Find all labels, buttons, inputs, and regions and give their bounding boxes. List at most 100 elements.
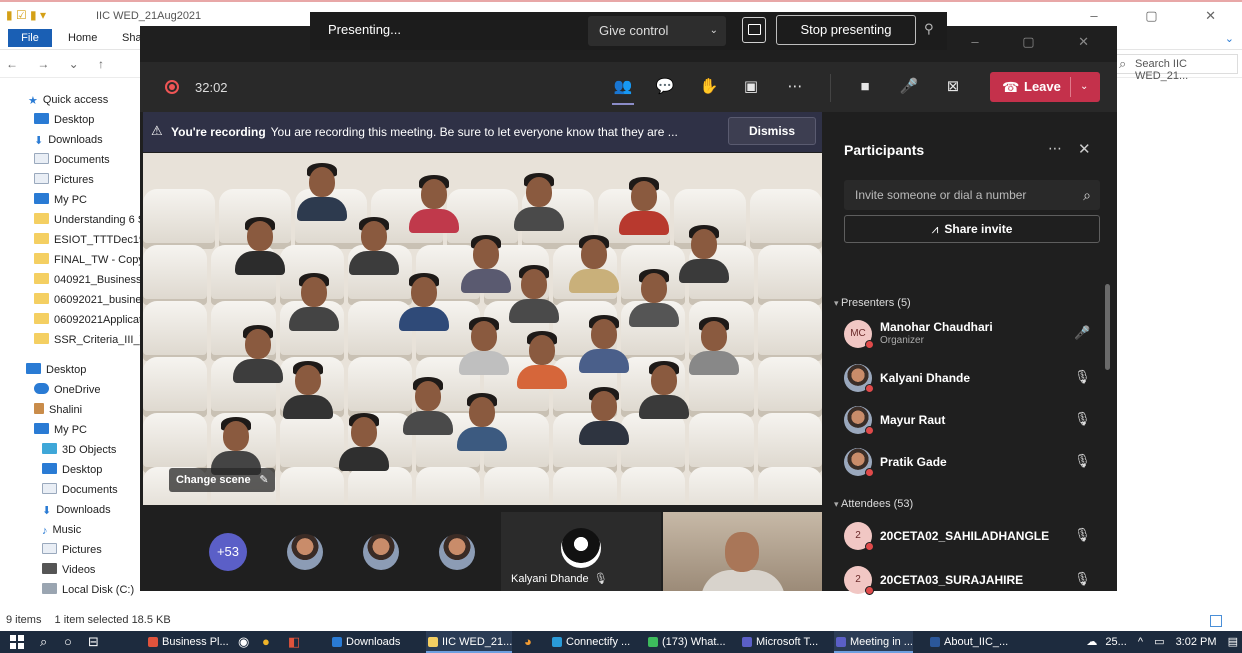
taskbar-app-word[interactable]: About_IIC_... xyxy=(928,631,1008,653)
more-options-icon[interactable]: ⋯ xyxy=(1048,140,1062,157)
nav-item-folder[interactable]: Understanding 6 S xyxy=(34,210,146,230)
nav-item-my-pc[interactable]: My PC xyxy=(34,190,146,210)
task-view-icon[interactable]: ⊟ xyxy=(88,634,99,650)
taskbar-app-downloads[interactable]: Downloads xyxy=(330,631,400,653)
details-view-icon[interactable] xyxy=(1210,615,1222,627)
chat-button[interactable]: 💬 xyxy=(652,76,678,98)
self-video-tile[interactable] xyxy=(663,512,822,591)
nav-item-user[interactable]: Shalini xyxy=(34,400,146,420)
avatar: 2 xyxy=(844,566,874,595)
close-icon[interactable]: ✕ xyxy=(1078,140,1091,158)
view-toggle-buttons[interactable] xyxy=(1208,614,1238,628)
participant-row[interactable]: MC Manohar Chaudhari Organizer 🎤 xyxy=(844,316,1100,352)
quick-access-toolbar[interactable]: ▮ ☑ ▮ ▾ xyxy=(6,8,46,22)
share-invite-button[interactable]: ⩘ Share invite xyxy=(844,215,1100,243)
nav-item-quick-access[interactable]: ★ Quick access xyxy=(28,90,140,110)
give-control-dropdown[interactable]: Give control ⌄ xyxy=(588,16,726,46)
taskbar-app-brave[interactable]: Business Pl... xyxy=(146,631,229,653)
nav-item-desktop[interactable]: Desktop xyxy=(34,110,146,130)
taskbar-app-teams[interactable]: Microsoft T... xyxy=(740,631,818,653)
participant-row[interactable]: Pratik Gade 🎙 xyxy=(844,444,1100,480)
panel-scrollbar[interactable] xyxy=(1105,284,1110,370)
weather-icon[interactable]: ☁ xyxy=(1086,636,1097,648)
participant-row[interactable]: Kalyani Dhande 🎙 xyxy=(844,360,1100,396)
nav-item-folder[interactable]: SSR_Criteria_III_V_ xyxy=(34,330,146,350)
leave-button[interactable]: ☎ Leave ⌄ xyxy=(990,72,1100,102)
presenters-header[interactable]: Presenters (5) xyxy=(834,297,911,309)
microphone-icon: 🎤 xyxy=(1074,325,1091,340)
nav-item-downloads[interactable]: ⬇ Downloads xyxy=(34,130,146,150)
nav-item-3d-objects[interactable]: 3D Objects xyxy=(42,440,154,460)
office-icon[interactable]: ◧ xyxy=(288,634,300,650)
network-icon[interactable]: ▭ xyxy=(1154,636,1164,648)
more-actions-button[interactable]: ⋯ xyxy=(782,76,808,98)
participant-row[interactable]: 2 20CETA02_SAHILADHANGLE 🎙 xyxy=(844,518,1100,554)
chevron-up-icon[interactable]: ^ xyxy=(1138,636,1143,648)
raise-hand-button[interactable]: ✋ xyxy=(696,76,722,98)
nav-item-folder[interactable]: 06092021Applicati xyxy=(34,310,146,330)
invite-input[interactable]: Invite someone or dial a number ⌕ xyxy=(844,180,1100,210)
nav-item-folder[interactable]: 06092021_busines xyxy=(34,290,146,310)
ribbon-tab-share[interactable]: Sha xyxy=(122,32,142,44)
nav-item-desktop[interactable]: Desktop xyxy=(42,460,154,480)
filmstrip-avatar[interactable] xyxy=(287,534,323,570)
nav-buttons[interactable]: ← → ⌄ ↑ xyxy=(6,57,112,71)
taskbar-app-meeting[interactable]: Meeting in ... xyxy=(834,631,913,653)
participant-row[interactable]: 2 20CETA03_SURAJAHIRE 🎙 xyxy=(844,562,1100,598)
nav-item-videos[interactable]: Videos xyxy=(42,560,154,580)
dismiss-button[interactable]: Dismiss xyxy=(728,117,816,145)
filmstrip-avatar[interactable] xyxy=(439,534,475,570)
explorer-search-input[interactable]: Search IIC WED_21... xyxy=(1112,54,1238,82)
nav-item-folder[interactable]: 040921_BusinessP xyxy=(34,270,146,290)
nav-item-my-pc[interactable]: My PC xyxy=(34,420,146,440)
nav-item-documents[interactable]: Documents xyxy=(42,480,154,500)
pictures-icon xyxy=(42,543,57,554)
taskbar-app-explorer[interactable]: IIC WED_21... xyxy=(426,631,513,653)
windows-start-icon[interactable] xyxy=(10,635,24,649)
nav-item-pictures[interactable]: Pictures xyxy=(42,540,154,560)
overflow-participants-button[interactable]: +53 xyxy=(209,533,247,571)
rooms-icon: ▣ xyxy=(743,78,759,95)
share-window-icon[interactable] xyxy=(742,17,766,43)
nav-item-folder[interactable]: ESIOT_TTTDec19 xyxy=(34,230,146,250)
taskbar-app-whatsapp[interactable]: (173) What... xyxy=(646,631,726,653)
nav-item-downloads[interactable]: ⬇ Downloads xyxy=(42,500,154,520)
taskbar-app-connectify[interactable]: Connectify ... xyxy=(550,631,630,653)
ribbon-tab-home[interactable]: Home xyxy=(68,32,97,44)
chevron-down-icon[interactable]: ⌄ xyxy=(1080,72,1088,102)
github-icon[interactable]: ◉ xyxy=(238,634,249,650)
camera-button[interactable]: ■ xyxy=(852,76,878,98)
explorer-window-controls[interactable]: – ▢ ✕ xyxy=(1090,8,1238,24)
stop-presenting-button[interactable]: Stop presenting xyxy=(776,15,916,45)
presenter-toolbar: Presenting... Give control ⌄ Stop presen… xyxy=(310,12,947,50)
nav-item-pictures[interactable]: Pictures xyxy=(34,170,146,190)
notifications-icon[interactable]: ▤ xyxy=(1228,636,1238,648)
filmstrip-tile[interactable]: Kalyani Dhande 🎙 xyxy=(501,512,661,591)
pin-icon[interactable]: ⚲ xyxy=(924,21,934,37)
change-scene-button[interactable]: Change scene ✎ xyxy=(169,468,275,492)
nav-item-onedrive[interactable]: OneDrive xyxy=(34,380,146,400)
status-selection: 1 item selected 18.5 KB xyxy=(54,614,171,626)
nav-item-documents[interactable]: Documents xyxy=(34,150,146,170)
mic-button[interactable]: 🎤 xyxy=(896,76,922,98)
nav-item-folder[interactable]: FINAL_TW - Copy xyxy=(34,250,146,270)
participants-button[interactable]: 👥 xyxy=(610,76,636,105)
nav-item-music[interactable]: ♪ Music xyxy=(42,520,154,540)
rooms-button[interactable]: ▣ xyxy=(738,76,764,98)
stop-sharing-button[interactable]: ⊠ xyxy=(940,76,966,98)
search-icon[interactable]: ⌕ xyxy=(40,634,47,650)
chrome-icon[interactable]: ● xyxy=(262,634,270,649)
ribbon-tab-file[interactable]: File xyxy=(8,29,52,47)
filmstrip-avatar[interactable] xyxy=(363,534,399,570)
clock[interactable]: 3:02 PM xyxy=(1176,636,1217,648)
cortana-icon[interactable]: ○ xyxy=(64,634,72,649)
pencil-icon: ✎ xyxy=(259,474,269,486)
teams-window-controls[interactable]: – ▢ ✕ xyxy=(971,34,1109,50)
weather-text[interactable]: 25... xyxy=(1105,636,1126,648)
attendees-header[interactable]: Attendees (53) xyxy=(834,498,913,510)
nav-item-local-disk[interactable]: Local Disk (C:) xyxy=(42,580,154,600)
participant-row[interactable]: Mayur Raut 🎙 xyxy=(844,402,1100,438)
firefox-icon[interactable]: ◕ xyxy=(524,634,532,649)
nav-item-desktop-root[interactable]: Desktop xyxy=(26,360,138,380)
ribbon-expand-icon[interactable]: ⌄ xyxy=(1225,32,1234,45)
